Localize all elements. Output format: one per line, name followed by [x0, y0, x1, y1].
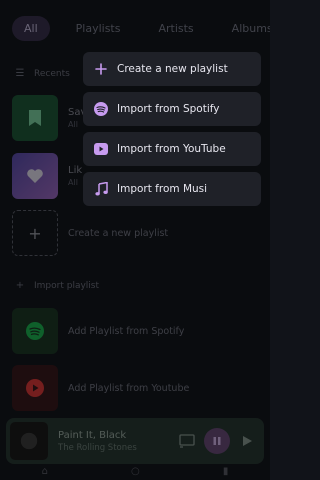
menu-item-label: Create a new playlist: [117, 63, 228, 75]
app-screen: All Playlists Artists Albums ☰ Recents S…: [0, 0, 270, 480]
plus-icon: [93, 61, 109, 77]
menu-item-label: Import from YouTube: [117, 143, 226, 155]
menu-item-import-spotify[interactable]: Import from Spotify: [83, 92, 261, 126]
music-note-icon: [93, 181, 109, 197]
menu-item-import-musi[interactable]: Import from Musi: [83, 172, 261, 206]
menu-item-label: Import from Spotify: [117, 103, 220, 115]
spotify-icon: [93, 101, 109, 117]
add-playlist-menu: Create a new playlist Import from Spotif…: [83, 52, 261, 212]
youtube-icon: [93, 141, 109, 157]
menu-item-import-youtube[interactable]: Import from YouTube: [83, 132, 261, 166]
menu-item-create-playlist[interactable]: Create a new playlist: [83, 52, 261, 86]
menu-item-label: Import from Musi: [117, 183, 208, 195]
